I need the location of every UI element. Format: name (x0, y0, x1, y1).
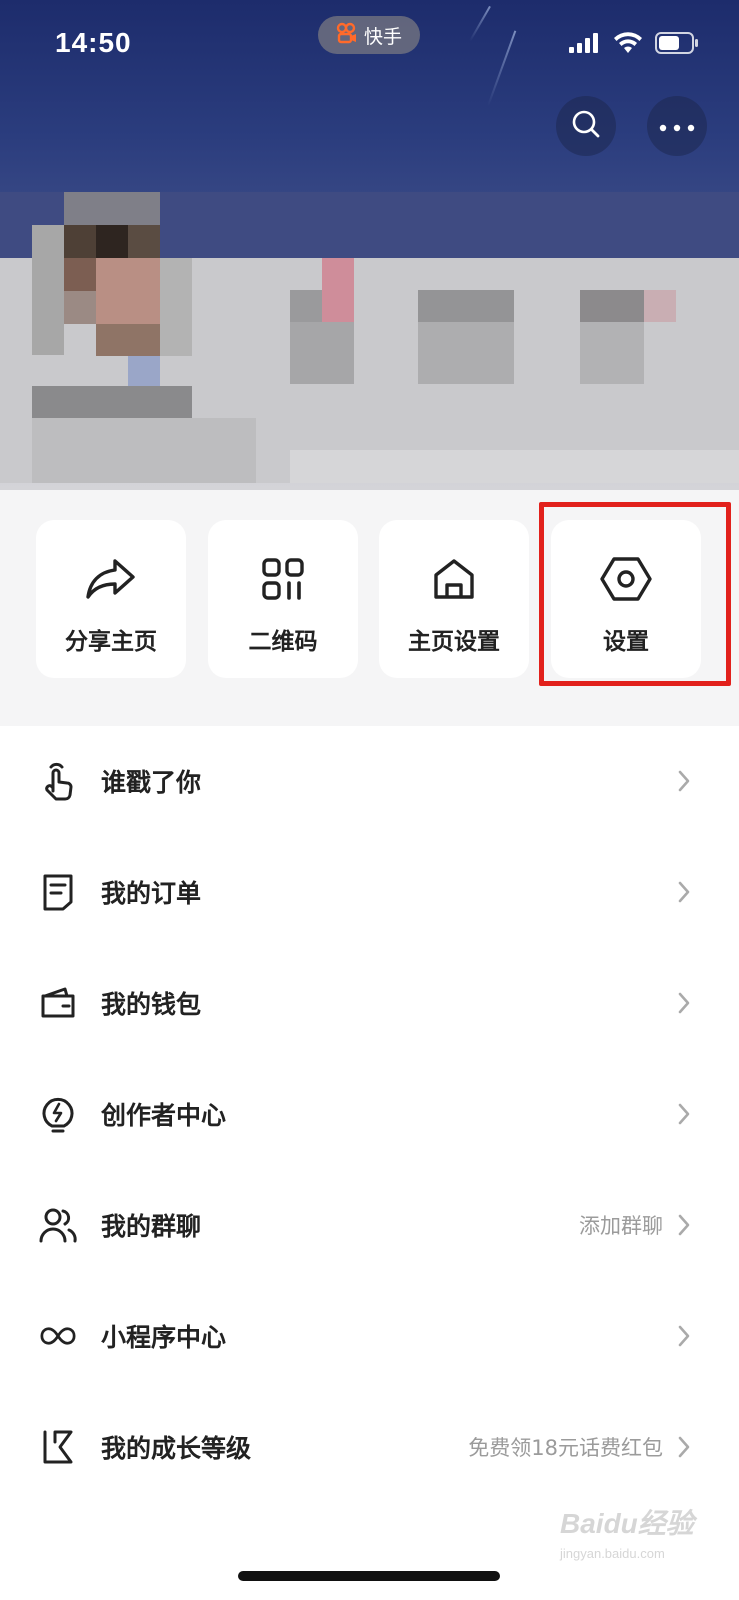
menu-label: 我的群聊 (101, 1212, 202, 1241)
more-dots-icon (659, 117, 695, 136)
qr-code-icon (261, 556, 305, 602)
wifi-icon (613, 32, 643, 58)
more-button[interactable] (647, 96, 707, 156)
search-icon (571, 109, 601, 143)
chevron-right-icon (673, 1211, 695, 1239)
home-icon (432, 556, 476, 602)
watermark: Baidu经验 jingyan.baidu.com (560, 1502, 720, 1561)
menu-hint: 免费领18元话费红包 (468, 1436, 663, 1460)
menu-item-wallet[interactable]: 我的钱包 (0, 958, 739, 1048)
signal-icon (569, 33, 601, 57)
watermark-brand: Baidu经验 (560, 1508, 694, 1539)
chevron-right-icon (673, 767, 695, 795)
quick-actions: 分享主页 二维码 主页设置 设置 (0, 490, 739, 726)
menu-label: 我的订单 (101, 879, 202, 908)
menu-item-mini-programs[interactable]: 小程序中心 (0, 1291, 739, 1381)
status-bar: 14:50 快手 (0, 0, 739, 90)
menu-item-orders[interactable]: 我的订单 (0, 847, 739, 937)
profile-header: 14:50 快手 (0, 0, 739, 490)
group-icon (38, 1205, 78, 1245)
growth-k-icon (38, 1427, 78, 1467)
qr-code-button[interactable]: 二维码 (208, 520, 358, 678)
watermark-url: jingyan.baidu.com (560, 1546, 665, 1561)
share-icon (85, 556, 137, 602)
menu-label: 谁戳了你 (101, 768, 202, 797)
tap-hand-icon (38, 761, 78, 801)
wallet-icon (38, 983, 78, 1023)
menu-label: 小程序中心 (101, 1323, 227, 1352)
menu-item-creator-center[interactable]: 创作者中心 (0, 1069, 739, 1159)
chevron-right-icon (673, 989, 695, 1017)
menu-item-group-chat[interactable]: 我的群聊 添加群聊 (0, 1180, 739, 1270)
search-button[interactable] (556, 96, 616, 156)
menu-item-growth-level[interactable]: 我的成长等级 免费领18元话费红包 (0, 1402, 739, 1492)
status-time: 14:50 (55, 27, 132, 58)
home-settings-button[interactable]: 主页设置 (379, 520, 529, 678)
share-profile-button[interactable]: 分享主页 (36, 520, 186, 678)
order-icon (38, 872, 78, 912)
action-label: 分享主页 (65, 629, 157, 655)
action-label: 二维码 (248, 629, 318, 655)
menu-item-poke[interactable]: 谁戳了你 (0, 736, 739, 826)
menu-hint: 添加群聊 (579, 1214, 663, 1238)
home-indicator[interactable] (238, 1571, 500, 1581)
app-name: 快手 (363, 25, 402, 48)
menu-label: 我的成长等级 (101, 1434, 252, 1463)
chevron-right-icon (673, 1100, 695, 1128)
chevron-right-icon (673, 1433, 695, 1461)
highlight-box (539, 502, 731, 686)
bulb-icon (38, 1094, 78, 1134)
app-return-pill[interactable]: 快手 (318, 16, 420, 54)
menu-label: 我的钱包 (101, 990, 202, 1019)
action-label: 主页设置 (408, 629, 500, 655)
kuaishou-logo-icon (336, 22, 358, 49)
status-icons (569, 32, 699, 58)
menu-label: 创作者中心 (101, 1101, 227, 1130)
chevron-right-icon (673, 1322, 695, 1350)
chevron-right-icon (673, 878, 695, 906)
battery-icon (655, 32, 699, 58)
infinity-icon (38, 1316, 78, 1356)
